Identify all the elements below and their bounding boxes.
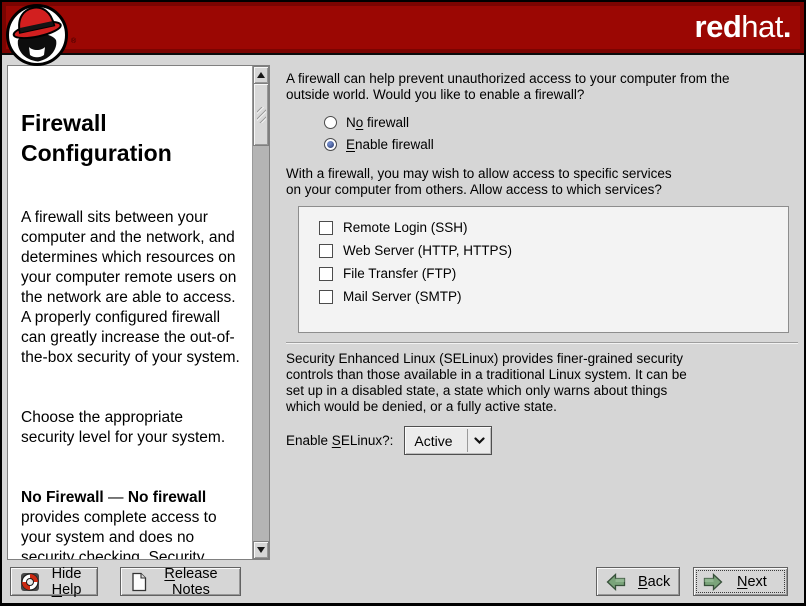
help-term-no-firewall-2: No firewall xyxy=(128,489,206,506)
hide-help-label: Hide Help xyxy=(45,566,88,598)
banner: redhat. xyxy=(2,2,804,55)
service-label: File Transfer (FTP) xyxy=(343,266,456,281)
help-dash: — xyxy=(104,489,128,506)
scrollbar-thumb[interactable] xyxy=(253,84,269,146)
installer-window: redhat. ® Firewall Configuration A firew… xyxy=(0,0,806,606)
arrow-right-icon xyxy=(703,573,723,591)
next-label: Next xyxy=(737,574,767,590)
help-paragraph-2: Choose the appropriate security level fo… xyxy=(21,408,246,448)
back-button[interactable]: Back xyxy=(596,567,680,596)
checkbox-icon[interactable] xyxy=(319,267,333,281)
wordmark-period: . xyxy=(783,9,791,44)
scrollbar-grip-icon xyxy=(257,107,266,123)
selinux-description: Security Enhanced Linux (SELinux) provid… xyxy=(286,351,798,415)
radio-enable-firewall[interactable]: Enable firewall xyxy=(324,133,798,155)
checkbox-icon[interactable] xyxy=(319,244,333,258)
scroll-down-button[interactable] xyxy=(253,541,269,559)
wordmark-hat: hat xyxy=(741,9,783,44)
next-button[interactable]: Next xyxy=(693,567,788,596)
help-scrollbar[interactable] xyxy=(252,66,269,559)
selinux-setting-row: Enable SELinux?: Active xyxy=(286,426,798,455)
arrow-up-icon xyxy=(257,72,265,78)
checkbox-icon[interactable] xyxy=(319,290,333,304)
radio-button-icon[interactable] xyxy=(324,116,337,129)
radio-no-firewall[interactable]: No firewall xyxy=(324,111,798,133)
selinux-dropdown[interactable]: Active xyxy=(404,426,492,455)
services-list: Remote Login (SSH) Web Server (HTTP, HTT… xyxy=(298,206,789,333)
content-area: Firewall Configuration A firewall sits b… xyxy=(2,57,804,562)
checkbox-icon[interactable] xyxy=(319,221,333,235)
redhat-shadowman-logo-icon xyxy=(5,3,69,67)
service-row-ftp[interactable]: File Transfer (FTP) xyxy=(319,262,788,285)
radio-button-selected-icon[interactable] xyxy=(324,138,337,151)
selinux-dropdown-value: Active xyxy=(405,427,467,454)
redhat-wordmark: redhat. xyxy=(695,11,791,42)
service-label: Remote Login (SSH) xyxy=(343,220,468,235)
release-notes-button[interactable]: Release Notes xyxy=(120,567,241,596)
release-notes-label: Release Notes xyxy=(151,566,231,598)
firewall-config-panel: A firewall can help prevent unauthorized… xyxy=(286,57,798,455)
registered-trademark: ® xyxy=(71,38,76,45)
help-title: Firewall Configuration xyxy=(21,108,246,168)
back-label: Back xyxy=(638,574,670,590)
radio-no-firewall-label: No firewall xyxy=(346,115,409,130)
footer-bar: Hide Help Release Notes Back Next xyxy=(2,562,804,603)
help-paragraph-1: A firewall sits between your computer an… xyxy=(21,208,246,368)
service-label: Web Server (HTTP, HTTPS) xyxy=(343,243,512,258)
radio-enable-firewall-label: Enable firewall xyxy=(346,137,434,152)
help-term-no-firewall: No Firewall xyxy=(21,489,104,506)
service-row-smtp[interactable]: Mail Server (SMTP) xyxy=(319,285,788,308)
hide-help-button[interactable]: Hide Help xyxy=(10,567,98,596)
document-icon xyxy=(130,572,148,592)
help-paragraph-3: No Firewall — No firewall provides compl… xyxy=(21,488,246,559)
scrollbar-trough[interactable] xyxy=(253,146,269,541)
life-preserver-icon xyxy=(20,572,40,592)
section-separator xyxy=(286,342,798,344)
scroll-up-button[interactable] xyxy=(253,66,269,84)
arrow-down-icon xyxy=(257,547,265,553)
help-paragraph-3-rest: provides complete access to your system … xyxy=(21,509,236,559)
selinux-label: Enable SELinux?: xyxy=(286,433,393,448)
service-row-ssh[interactable]: Remote Login (SSH) xyxy=(319,216,788,239)
firewall-intro-text: A firewall can help prevent unauthorized… xyxy=(286,71,798,103)
help-text: Firewall Configuration A firewall sits b… xyxy=(8,66,252,559)
help-panel: Firewall Configuration A firewall sits b… xyxy=(7,65,270,560)
service-label: Mail Server (SMTP) xyxy=(343,289,462,304)
wordmark-red: red xyxy=(695,9,742,44)
arrow-left-icon xyxy=(606,573,626,591)
firewall-radio-group: No firewall Enable firewall xyxy=(324,111,798,155)
service-row-http[interactable]: Web Server (HTTP, HTTPS) xyxy=(319,239,788,262)
services-intro-text: With a firewall, you may wish to allow a… xyxy=(286,166,798,198)
chevron-down-icon xyxy=(468,427,491,454)
